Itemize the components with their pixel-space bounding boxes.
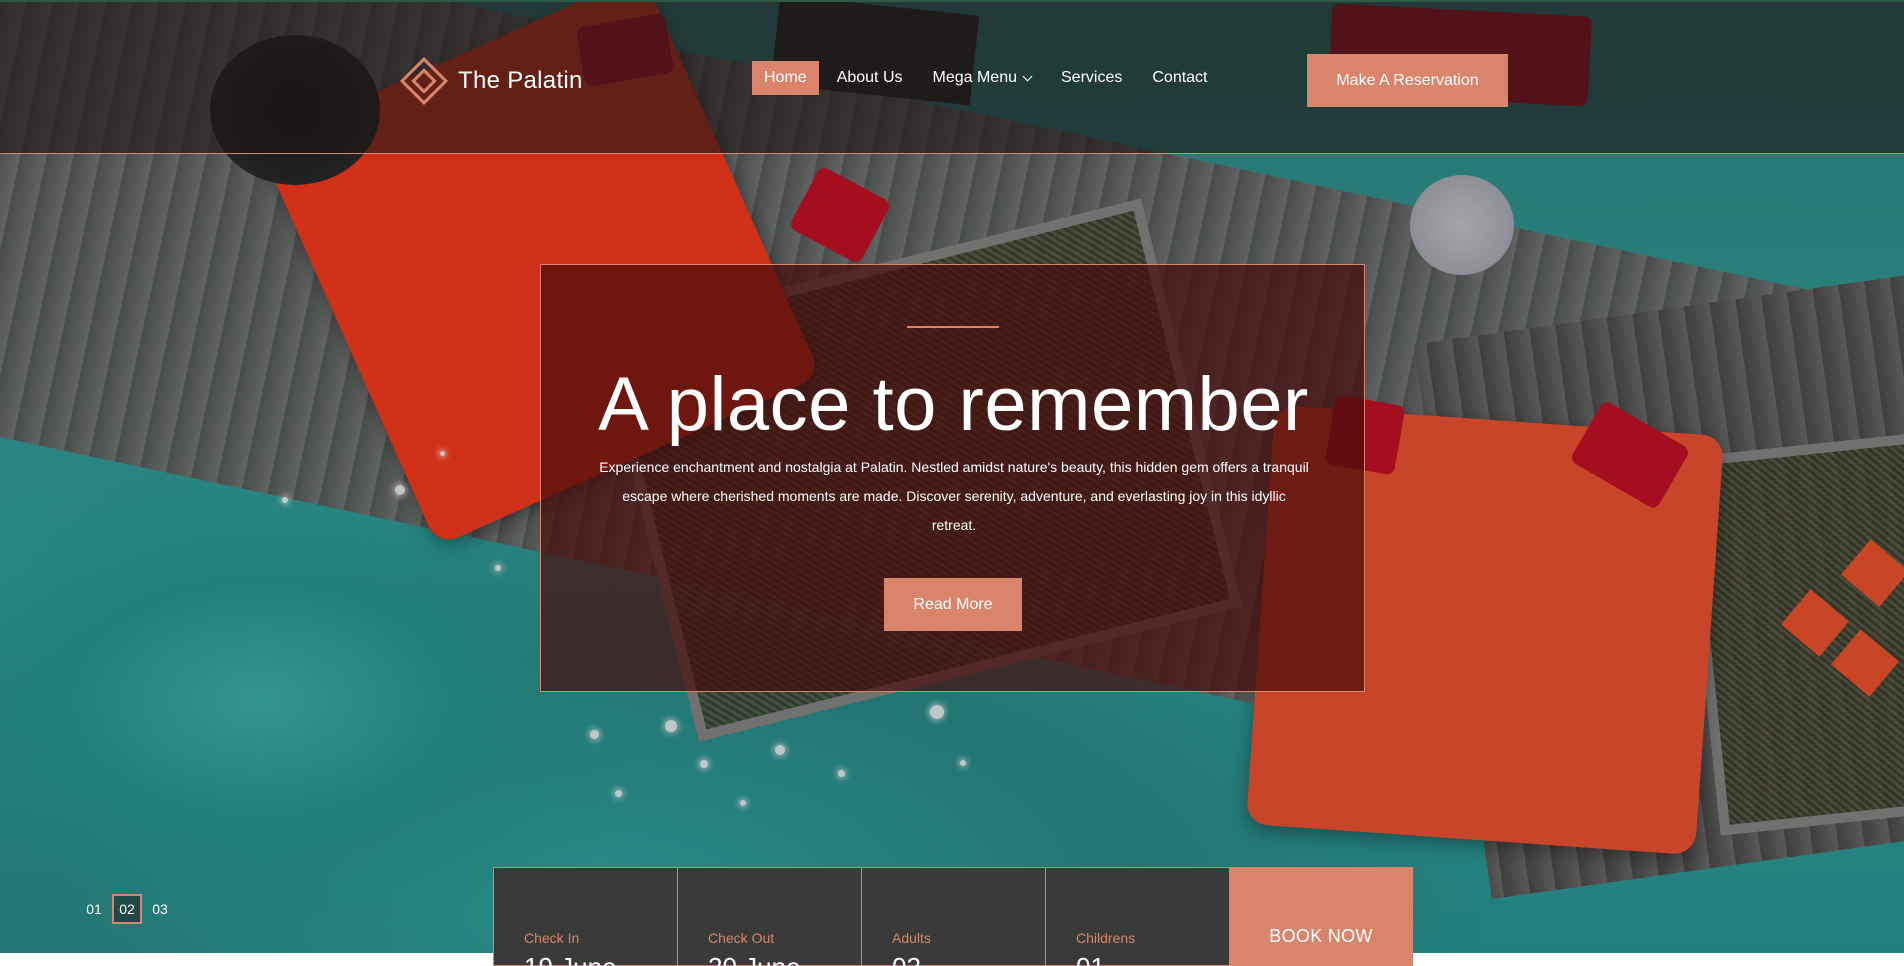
nav-home-label: Home <box>764 69 807 86</box>
check-out-label: Check Out <box>708 930 775 946</box>
childrens-value: 01 <box>1076 952 1105 966</box>
nav-about-us-label: About Us <box>836 69 903 86</box>
brand-name: The Palatin <box>458 67 583 94</box>
site-header: The Palatin Home About Us Mega Menu Serv… <box>0 2 1904 154</box>
title-accent-rule <box>907 326 999 328</box>
booking-bar: Check In 19 June Check Out 20 June Adult… <box>493 867 1413 966</box>
hero-card: A place to remember Experience enchantme… <box>540 264 1365 692</box>
brand-logo[interactable]: The Palatin <box>398 56 583 106</box>
nav-contact-label: Contact <box>1152 69 1208 86</box>
nav-mega-menu[interactable]: Mega Menu <box>921 61 1044 95</box>
nav-contact[interactable]: Contact <box>1140 61 1219 95</box>
check-out-value: 20 June <box>708 952 801 966</box>
slide-dot-01[interactable]: 01 <box>80 895 108 923</box>
nav-services[interactable]: Services <box>1049 61 1134 95</box>
childrens-field[interactable]: Childrens 01 <box>1045 867 1229 966</box>
nav-services-label: Services <box>1061 69 1123 86</box>
hero-title: A place to remember <box>598 362 1309 447</box>
check-in-value: 19 June <box>524 952 617 966</box>
double-diamond-icon <box>398 56 450 106</box>
slide-dot-03[interactable]: 03 <box>146 895 174 923</box>
make-reservation-button[interactable]: Make A Reservation <box>1307 54 1508 107</box>
nav-home[interactable]: Home <box>752 61 819 95</box>
book-now-button[interactable]: BOOK NOW <box>1229 867 1413 966</box>
nav-mega-menu-label: Mega Menu <box>932 69 1018 86</box>
check-in-label: Check In <box>524 930 580 946</box>
adults-value: 02 <box>892 952 921 966</box>
check-out-field[interactable]: Check Out 20 June <box>677 867 861 966</box>
chevron-down-icon <box>1022 71 1033 81</box>
slide-pager: 01 02 03 <box>80 894 174 924</box>
check-in-field[interactable]: Check In 19 June <box>493 867 677 966</box>
slide-dot-02[interactable]: 02 <box>112 894 142 924</box>
read-more-button[interactable]: Read More <box>884 578 1022 631</box>
main-nav: Home About Us Mega Menu Services Contact <box>752 61 1226 95</box>
adults-label: Adults <box>892 930 931 946</box>
hero-description: Experience enchantment and nostalgia at … <box>599 459 1309 533</box>
adults-field[interactable]: Adults 02 <box>861 867 1045 966</box>
nav-about-us[interactable]: About Us <box>825 61 915 95</box>
childrens-label: Childrens <box>1076 930 1136 946</box>
